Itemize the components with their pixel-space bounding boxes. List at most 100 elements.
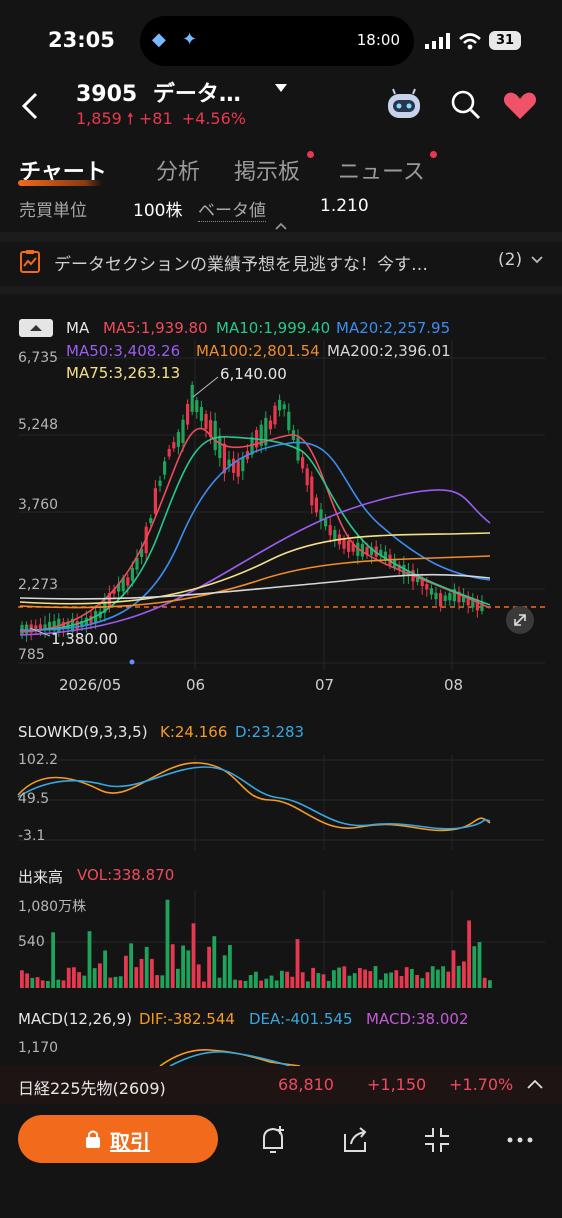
chevron-up-icon[interactable] (526, 1078, 544, 1090)
volume-bar (436, 969, 440, 988)
k-line (17, 762, 491, 832)
volume-bar (61, 980, 66, 988)
volume-bar (40, 980, 45, 988)
candle (75, 621, 79, 630)
candle (195, 400, 199, 413)
volume-bar (404, 967, 409, 988)
candle (181, 419, 185, 443)
alert-bell-icon[interactable] (255, 1122, 291, 1158)
ma5-label: MA5:1,939.80 (103, 319, 208, 337)
tab-board[interactable]: 掲示板 (234, 154, 300, 186)
volume-bar (425, 972, 430, 988)
tab-news[interactable]: ニュース (338, 154, 425, 186)
volume-bar (181, 945, 185, 988)
app-icon: ◆ (152, 29, 166, 50)
volume-bar (264, 978, 269, 988)
volume-bar (66, 967, 71, 988)
volume-axis-label: 1,080万株 (18, 899, 87, 915)
chevron-down-icon[interactable] (530, 255, 544, 265)
candle (347, 540, 351, 552)
volume-bar (384, 973, 388, 988)
volume-bar (160, 975, 165, 988)
slowkd-title: SLOWKD(9,3,3,5) (18, 723, 148, 741)
ma-line (19, 441, 491, 631)
volume-bar (269, 975, 274, 988)
volume-bar (72, 967, 76, 988)
news-banner[interactable]: データセクションの業績予想を見逃すな！今す… (54, 250, 484, 275)
candle (324, 518, 328, 527)
volume-bar (477, 942, 482, 988)
expand-icon[interactable] (506, 606, 534, 634)
volume-bar (321, 974, 326, 988)
volume-axis-label: 540 (18, 934, 45, 950)
volume-bar (233, 979, 237, 988)
beta-label[interactable]: ベータ値 (198, 196, 266, 222)
heart-icon[interactable] (503, 91, 537, 121)
volume-bar (118, 976, 123, 988)
candle (439, 593, 443, 607)
candle (319, 509, 323, 521)
index-ticker-bar[interactable]: 日経225先物(2609) 68,810 +1,150 +1.70% (0, 1066, 562, 1104)
volume-value: VOL:338.870 (77, 866, 175, 884)
candle (429, 588, 433, 595)
back-arrow-icon[interactable] (14, 88, 50, 124)
lock-icon (86, 1130, 100, 1148)
island-time: 18:00 (356, 31, 400, 49)
banner-count: (2) (498, 250, 523, 270)
robot-icon[interactable] (385, 88, 423, 122)
signal-icon (425, 33, 450, 49)
separator-2 (0, 286, 562, 294)
price-axis-label: 3,760 (18, 497, 59, 513)
volume-bar (259, 980, 263, 988)
price-change: +81 (138, 109, 173, 128)
share-icon[interactable] (337, 1122, 373, 1158)
macd-dea: DEA:-401.545 (249, 1010, 353, 1028)
high-leader-line (192, 376, 219, 398)
volume-bar (165, 899, 170, 988)
price-axis-label: 785 (18, 647, 45, 663)
more-icon[interactable] (502, 1122, 538, 1158)
dropdown-icon[interactable] (274, 83, 288, 93)
board-badge (307, 151, 314, 158)
candle (130, 568, 134, 581)
candle (342, 539, 346, 549)
candle (241, 457, 245, 472)
stock-title[interactable]: 3905 データ… (76, 76, 241, 108)
chevron-up-icon[interactable] (275, 222, 287, 230)
volume-bar (139, 958, 144, 988)
volume-bar (451, 950, 456, 988)
trade-button[interactable]: 取引 (18, 1115, 218, 1163)
volume-bar (300, 972, 305, 988)
beta-value: 1.210 (320, 196, 369, 216)
volume-bar (207, 946, 211, 988)
candle (310, 476, 314, 506)
collapse-legend-button[interactable] (19, 319, 53, 337)
event-marker (129, 659, 135, 665)
candle (158, 480, 162, 487)
up-arrow-icon: 🠕 (126, 109, 134, 128)
kd-axis-label: -3.1 (18, 828, 46, 844)
volume-bar (352, 973, 357, 988)
date-label: 08 (444, 676, 464, 694)
volume-bar (113, 976, 118, 988)
volume-bar (290, 976, 295, 988)
price-chart[interactable] (0, 340, 562, 670)
fullscreen-icon[interactable] (419, 1122, 455, 1158)
volume-bar (92, 968, 97, 988)
candle (443, 595, 447, 601)
kd-axis-label: 49.5 (18, 791, 50, 807)
volume-bar (35, 977, 40, 988)
candle (199, 407, 203, 421)
status-bar: 23:05 ◆ ✦ 18:00 31 (0, 0, 562, 80)
candle (126, 577, 130, 586)
search-icon[interactable] (450, 89, 482, 121)
volume-bar (482, 977, 487, 988)
volume-bar (155, 975, 159, 988)
candle (227, 459, 231, 466)
candle (232, 458, 236, 473)
tab-analysis[interactable]: 分析 (156, 154, 200, 186)
candle (287, 411, 291, 431)
slowkd-d: D:23.283 (235, 723, 305, 741)
current-price: 1,859 (76, 109, 122, 128)
trade-label: 取引 (110, 1130, 150, 1154)
